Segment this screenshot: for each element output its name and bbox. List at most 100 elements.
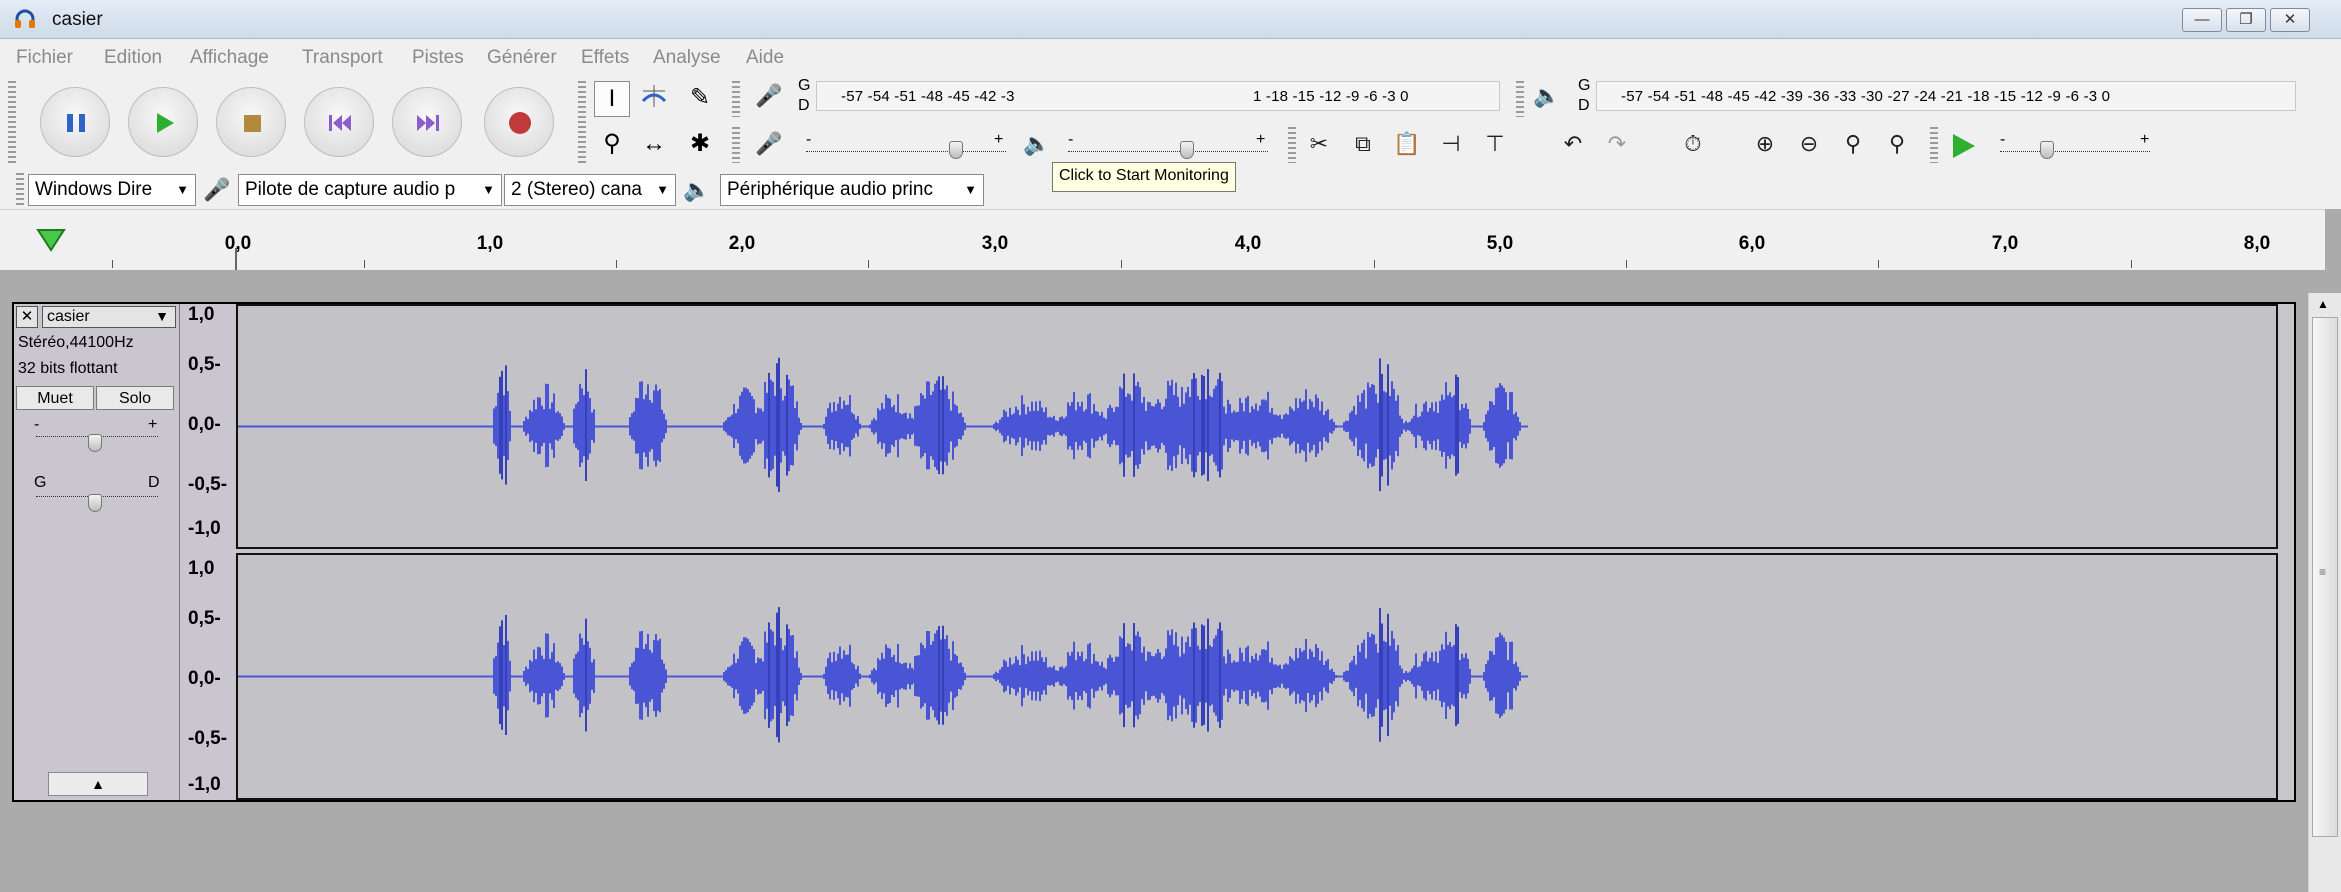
record-meter[interactable]: -57 -54 -51 -48 -45 -42 -3 1 -18 -15 -12… <box>816 81 1500 111</box>
undo-icon[interactable]: ↶ <box>1556 127 1590 161</box>
skip-start-button[interactable] <box>304 87 374 157</box>
track-control-panel: ✕ casier ▼ Stéréo,44100Hz 32 bits flotta… <box>14 304 180 800</box>
menu-fichier[interactable]: Fichier <box>16 47 73 69</box>
minimize-button[interactable]: — <box>2182 8 2222 32</box>
output-volume-slider[interactable] <box>1068 147 1268 152</box>
skip-end-icon <box>417 115 439 131</box>
amp-label: 0,5- <box>188 354 221 375</box>
toolbar-grip[interactable] <box>1516 81 1524 117</box>
output-volume-thumb[interactable] <box>1180 141 1194 159</box>
menu-affichage[interactable]: Affichage <box>190 47 269 69</box>
left-channel-waveform[interactable] <box>236 304 2278 549</box>
playhead-marker <box>235 248 237 270</box>
toolbar-grip[interactable] <box>1288 127 1296 163</box>
toolbar-grip[interactable] <box>578 81 586 163</box>
stop-button[interactable] <box>216 87 286 157</box>
microphone-icon[interactable]: 🎤 <box>752 79 786 113</box>
redo-icon[interactable]: ↷ <box>1600 127 1634 161</box>
playback-meter[interactable]: -57 -54 -51 -48 -45 -42 -39 -36 -33 -30 … <box>1596 81 2296 111</box>
zoom-out-icon[interactable]: ⊖ <box>1792 127 1826 161</box>
pan-right-label: D <box>148 474 160 491</box>
close-track-icon[interactable]: ✕ <box>16 306 38 328</box>
menu-analyse[interactable]: Analyse <box>653 47 721 69</box>
input-volume-slider[interactable] <box>806 147 1006 152</box>
collapse-track-button[interactable]: ▲ <box>48 772 148 796</box>
ruler-tick <box>2131 260 2132 268</box>
toolbar-grip[interactable] <box>1930 127 1938 163</box>
input-volume-microphone-icon: 🎤 <box>755 131 783 156</box>
pin-playhead-icon[interactable] <box>36 228 66 254</box>
right-channel-waveform[interactable] <box>236 553 2278 800</box>
track-name-menu[interactable]: casier ▼ <box>42 306 176 328</box>
multi-tool-icon[interactable]: ✱ <box>682 127 718 163</box>
play-button[interactable] <box>128 87 198 157</box>
solo-button[interactable]: Solo <box>96 386 174 410</box>
play-at-speed-icon[interactable] <box>1948 131 1978 161</box>
audio-host-select[interactable]: Windows Dire ▼ <box>28 174 196 206</box>
fit-selection-icon[interactable]: ⚲ <box>1836 127 1870 161</box>
amp-label: 0,5- <box>188 608 221 629</box>
silence-icon[interactable]: ⊤ <box>1478 127 1512 161</box>
record-meter-scale-left: -57 -54 -51 -48 -45 -42 -3 <box>841 88 1015 105</box>
record-button[interactable] <box>484 87 554 157</box>
trim-icon[interactable]: ⊣ <box>1434 127 1468 161</box>
playback-device-select[interactable]: Périphérique audio princ ▼ <box>720 174 984 206</box>
mute-button[interactable]: Muet <box>16 386 94 410</box>
right-channel-waveform-graph <box>238 607 1528 743</box>
copy-icon[interactable]: ⧉ <box>1346 127 1380 161</box>
chevron-down-icon: ▼ <box>176 182 189 197</box>
restore-button[interactable]: ❐ <box>2226 8 2266 32</box>
toolbar-grip[interactable] <box>732 81 740 117</box>
recording-device-select[interactable]: Pilote de capture audio p ▼ <box>238 174 502 206</box>
menu-edition[interactable]: Edition <box>104 47 162 69</box>
input-slider-minus: - <box>806 131 812 148</box>
zoom-in-icon[interactable]: ⊕ <box>1748 127 1782 161</box>
sync-lock-icon[interactable]: ⏱ <box>1676 127 1710 161</box>
timeline-ruler[interactable]: 0,0 1,0 2,0 3,0 4,0 5,0 6,0 7,0 8,0 <box>0 209 2325 270</box>
chevron-down-icon: ▼ <box>482 182 495 197</box>
menu-bar: Fichier Edition Affichage Transport Pist… <box>0 39 2341 75</box>
left-channel-waveform-graph <box>238 357 1528 492</box>
pause-button[interactable] <box>40 87 110 157</box>
gain-slider-thumb[interactable] <box>88 434 102 452</box>
menu-generer[interactable]: Générer <box>487 47 557 69</box>
input-volume-thumb[interactable] <box>949 141 963 159</box>
ruler-tick <box>1626 260 1627 268</box>
zoom-tool-icon[interactable]: ⚲ <box>594 127 630 163</box>
speaker-icon[interactable]: 🔈 <box>1530 79 1564 113</box>
timeshift-tool-icon[interactable]: ↔ <box>636 127 672 163</box>
scroll-up-icon[interactable]: ▲ <box>2317 297 2329 311</box>
menu-transport[interactable]: Transport <box>302 47 383 69</box>
menu-aide[interactable]: Aide <box>746 47 784 69</box>
close-button[interactable]: ✕ <box>2270 8 2310 32</box>
toolbar-grip[interactable] <box>732 127 740 163</box>
ruler-tick <box>1374 260 1375 268</box>
toolbar-grip[interactable] <box>8 81 16 163</box>
ruler-label: 1,0 <box>476 233 504 254</box>
record-icon <box>509 112 531 134</box>
input-slider-plus: + <box>994 131 1004 148</box>
play-meter-right-label: D <box>1578 97 1590 114</box>
play-speed-slider[interactable] <box>2000 147 2150 152</box>
envelope-tool-icon[interactable] <box>636 81 672 117</box>
selection-tool-icon[interactable]: I <box>594 81 630 117</box>
menu-effets[interactable]: Effets <box>581 47 629 69</box>
fit-project-icon[interactable]: ⚲ <box>1880 127 1914 161</box>
pencil-tool-icon[interactable]: ✎ <box>682 81 718 117</box>
vertical-scrollbar[interactable]: ▲ ≡ <box>2308 293 2341 892</box>
pan-slider-thumb[interactable] <box>88 494 102 512</box>
record-meter-scale-right: 1 -18 -15 -12 -9 -6 -3 0 <box>1253 88 1409 105</box>
chevron-down-icon: ▼ <box>155 308 169 324</box>
play-speed-plus: + <box>2140 131 2150 148</box>
cut-icon[interactable]: ✂ <box>1302 127 1336 161</box>
vertical-amplitude-ruler[interactable]: 1,0 0,5- 0,0- -0,5- -1,0 1,0 0,5- 0,0- -… <box>180 304 234 800</box>
menu-pistes[interactable]: Pistes <box>412 47 464 69</box>
play-speed-thumb[interactable] <box>2040 141 2054 159</box>
ruler-label: 2,0 <box>728 233 756 254</box>
toolbar-grip[interactable] <box>16 173 24 207</box>
ruler-label: 7,0 <box>1991 233 2019 254</box>
output-slider-plus: + <box>1256 131 1266 148</box>
paste-icon[interactable]: 📋 <box>1390 127 1424 161</box>
recording-channels-select[interactable]: 2 (Stereo) cana ▼ <box>504 174 676 206</box>
skip-end-button[interactable] <box>392 87 462 157</box>
